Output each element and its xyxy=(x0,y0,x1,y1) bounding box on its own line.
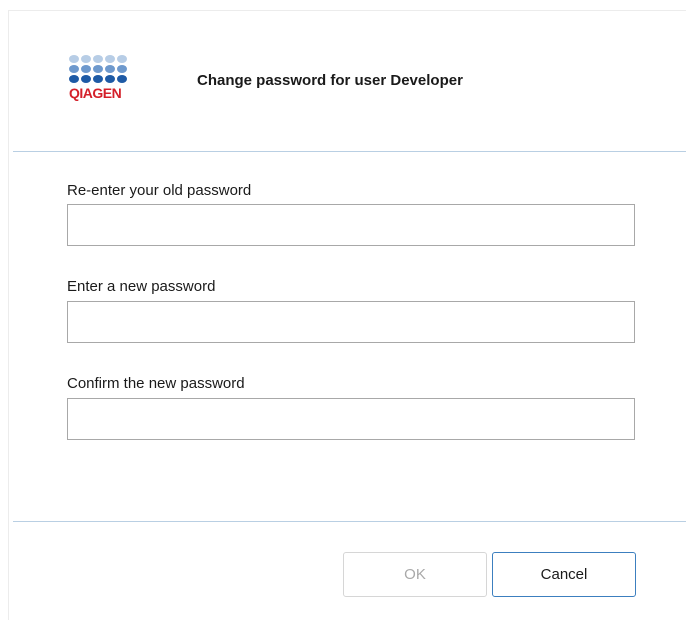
old-password-input[interactable] xyxy=(67,204,635,246)
footer-divider xyxy=(13,521,686,522)
logo-wordmark: QIAGEN xyxy=(69,85,122,101)
cancel-button[interactable]: Cancel xyxy=(492,552,636,597)
confirm-password-label: Confirm the new password xyxy=(67,375,245,392)
dialog-title: Change password for user Developer xyxy=(197,72,463,89)
logo-dot xyxy=(117,65,127,73)
header-divider xyxy=(13,151,686,152)
logo-dot xyxy=(117,75,127,83)
logo-dot xyxy=(93,55,103,63)
change-password-dialog: QIAGEN Change password for user Develope… xyxy=(8,10,686,620)
confirm-password-input[interactable] xyxy=(67,398,635,440)
new-password-input[interactable] xyxy=(67,301,635,343)
logo-dot xyxy=(105,65,115,73)
dialog-header: QIAGEN Change password for user Develope… xyxy=(9,11,686,151)
logo-dot xyxy=(81,55,91,63)
logo-dot xyxy=(93,75,103,83)
logo-dot xyxy=(105,75,115,83)
logo-dot-grid xyxy=(69,55,149,84)
logo-dot xyxy=(117,55,127,63)
logo-dot xyxy=(69,65,79,73)
logo-dot xyxy=(69,75,79,83)
ok-button[interactable]: OK xyxy=(343,552,487,597)
qiagen-logo: QIAGEN xyxy=(69,55,149,125)
logo-dot xyxy=(93,65,103,73)
new-password-label: Enter a new password xyxy=(67,278,216,295)
old-password-label: Re-enter your old password xyxy=(67,182,252,199)
logo-dot xyxy=(81,75,91,83)
logo-dot xyxy=(105,55,115,63)
logo-dot xyxy=(81,65,91,73)
logo-dot xyxy=(69,55,79,63)
